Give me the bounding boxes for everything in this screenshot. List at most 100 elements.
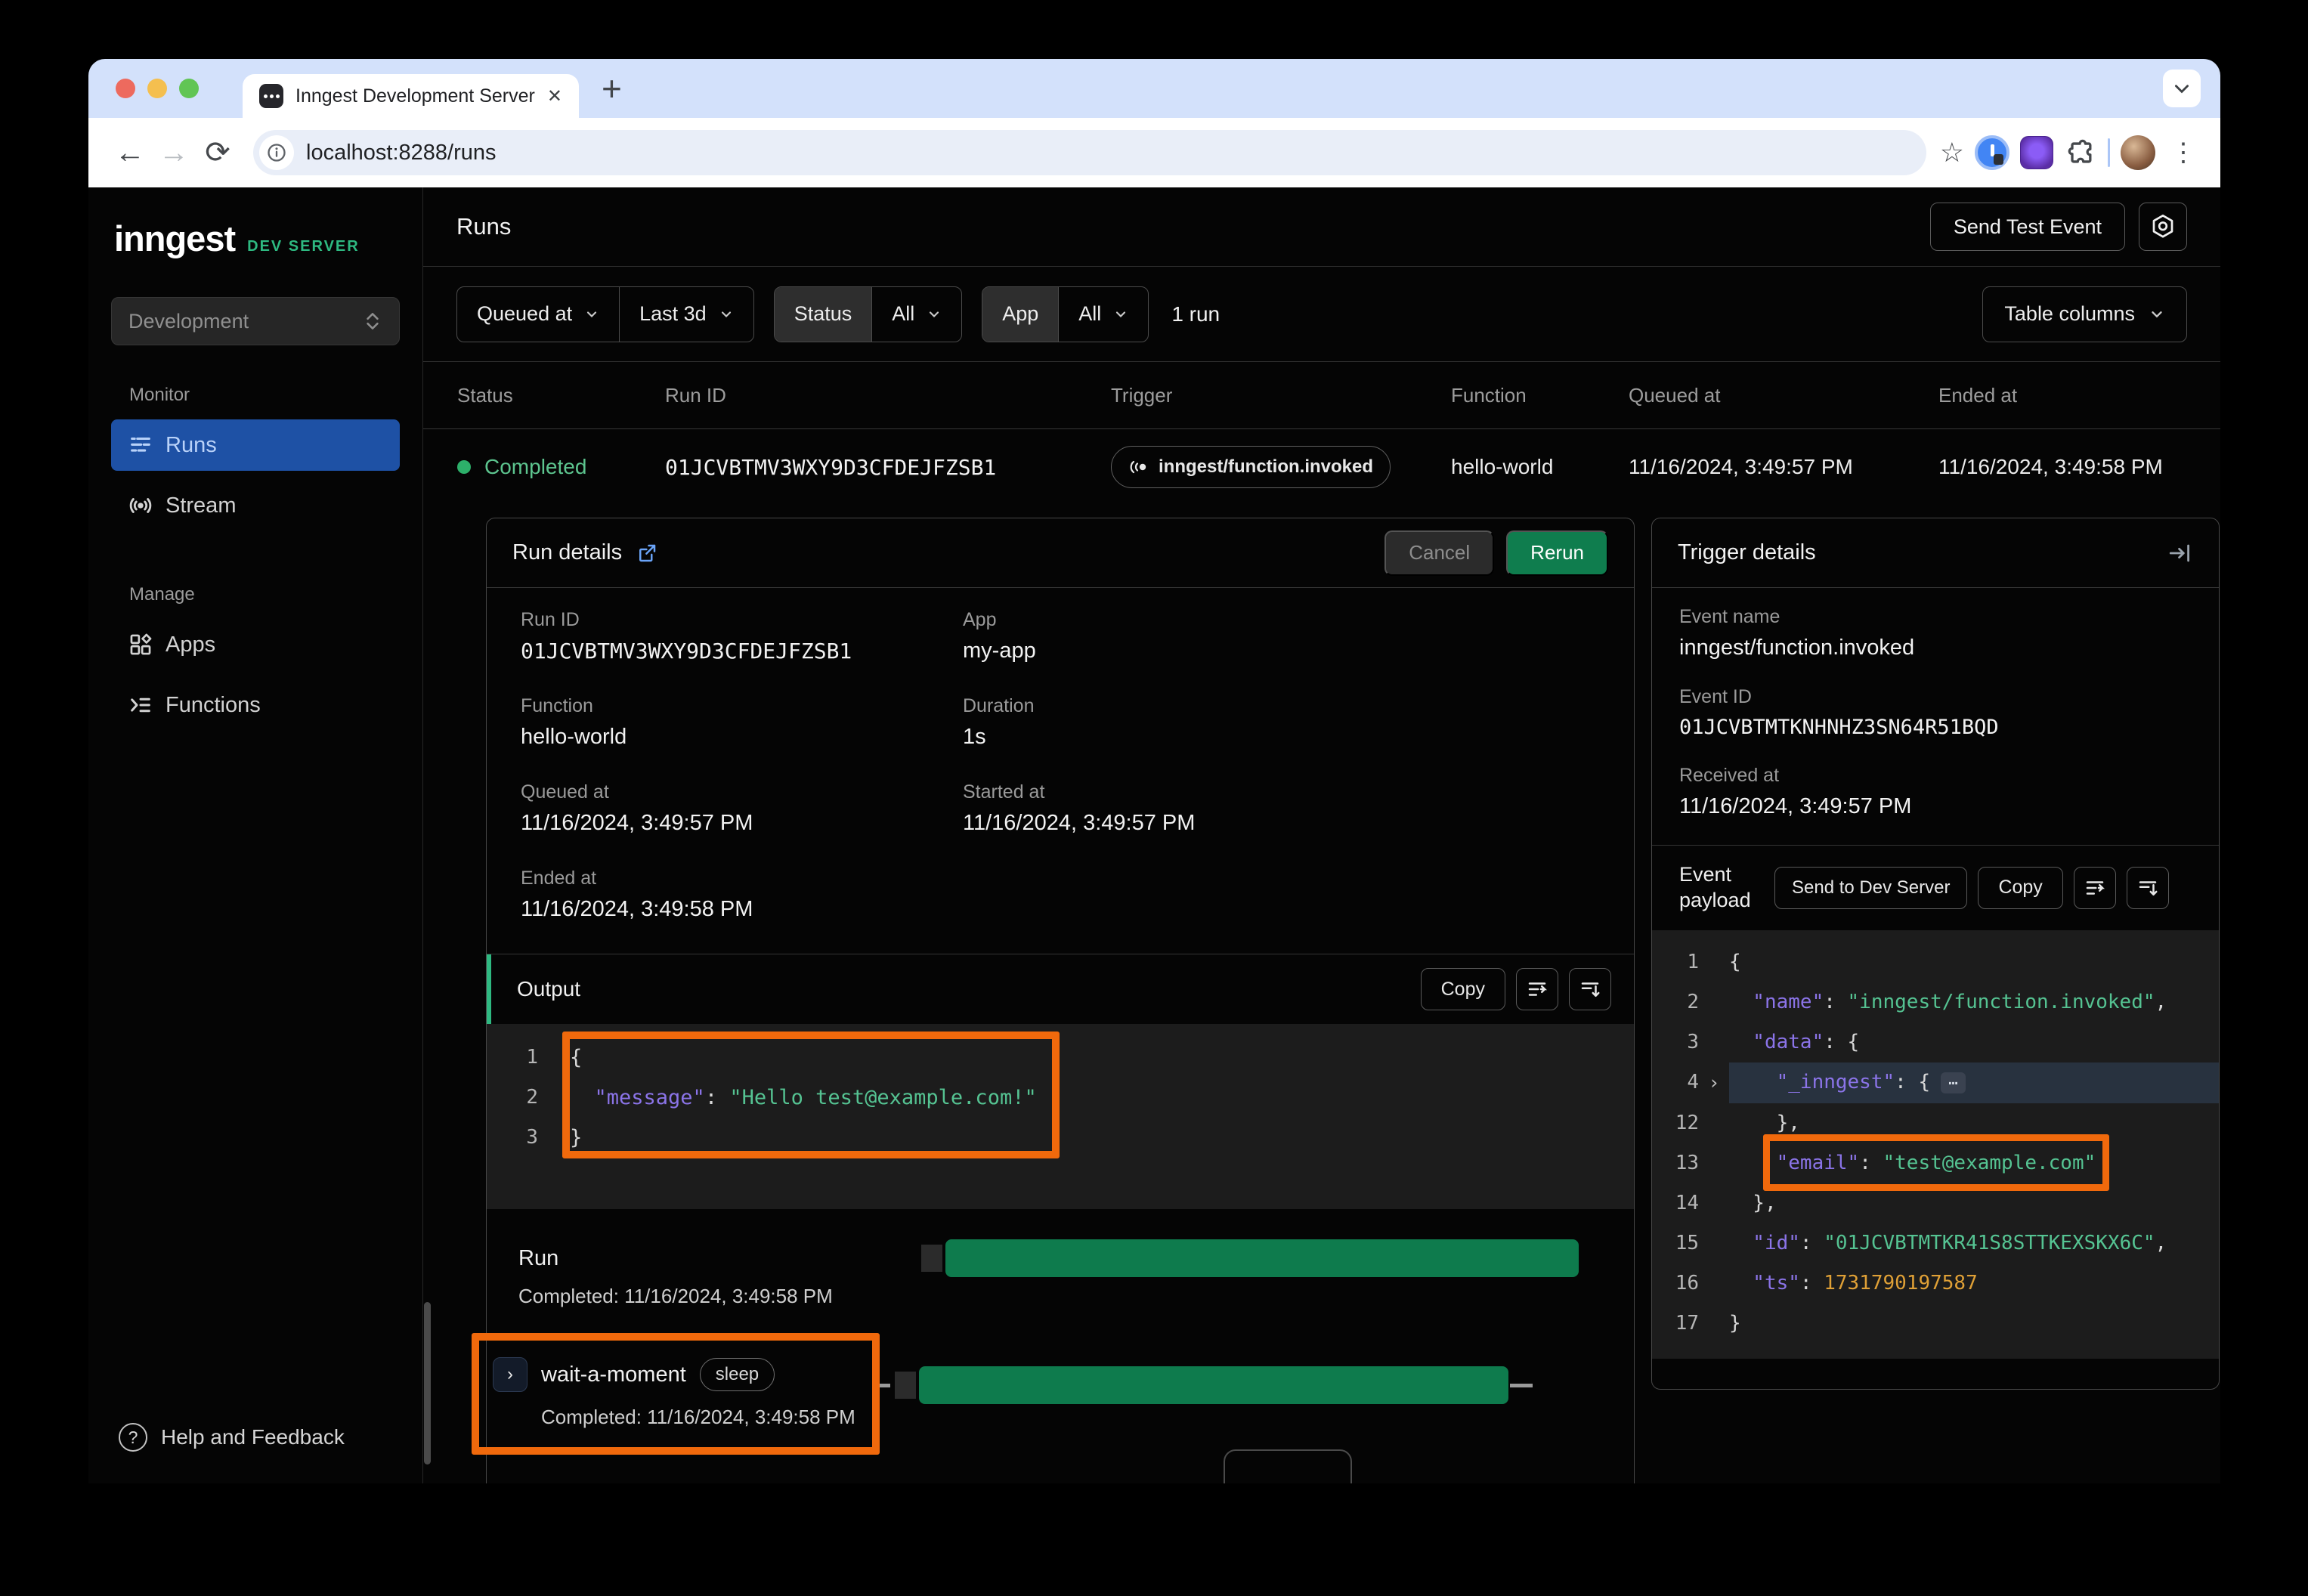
url-bar[interactable]: localhost:8288/runs [253, 130, 1926, 175]
run-status: Completed [457, 455, 665, 479]
timeline-step-bar[interactable] [919, 1366, 1508, 1404]
trigger-details-title: Trigger details [1678, 540, 1816, 565]
tab-close-icon[interactable]: ✕ [547, 85, 562, 107]
received-at-field: Received at 11/16/2024, 3:49:57 PM [1679, 765, 2192, 819]
reload-button[interactable]: ⟳ [196, 131, 240, 175]
rerun-button[interactable]: Rerun [1506, 530, 1608, 576]
tab-strip: Inngest Development Server ✕ + [88, 59, 2220, 118]
zoom-window-button[interactable] [179, 79, 199, 98]
payload-scroll-button[interactable] [2127, 867, 2169, 909]
inngest-favicon-icon [259, 84, 283, 108]
forward-button[interactable]: → [152, 131, 196, 175]
timeline-dash-right [1510, 1384, 1533, 1387]
code-line: 4›"_inngest": {⋯ [1652, 1062, 2219, 1103]
chevron-spacer [1699, 942, 1729, 982]
scrollbar-thumb[interactable] [424, 1302, 431, 1465]
send-test-event-button[interactable]: Send Test Event [1930, 203, 2125, 251]
sidebar-item-apps[interactable]: Apps [111, 619, 400, 670]
run-count: 1 run [1171, 302, 1220, 326]
event-payload-code: 1{2"name": "inngest/function.invoked",3"… [1652, 930, 2219, 1359]
duration-field: Duration 1s [963, 695, 1600, 750]
settings-button[interactable] [2139, 203, 2187, 251]
wrap-text-icon [1526, 978, 1548, 1001]
status-filter-select[interactable]: All [871, 287, 961, 342]
extensions-puzzle-icon[interactable] [2064, 136, 2097, 169]
page-title: Runs [456, 213, 511, 240]
environment-select[interactable]: Development [111, 297, 400, 345]
app-filter-select[interactable]: All [1058, 287, 1148, 342]
timeline-run-row[interactable]: Run Completed: 11/16/2024, 3:49:58 PM [514, 1239, 1607, 1308]
step-highlight-box: › wait-a-moment sleep Completed: 11/16/2… [472, 1333, 880, 1455]
browser-tab[interactable]: Inngest Development Server ✕ [243, 74, 579, 118]
back-button[interactable]: ← [108, 131, 152, 175]
new-tab-button[interactable]: + [602, 68, 622, 109]
payload-copy-button[interactable]: Copy [1978, 867, 2062, 909]
minimize-window-button[interactable] [147, 79, 167, 98]
help-and-feedback[interactable]: ? Help and Feedback [111, 1423, 400, 1452]
profile-avatar[interactable] [2121, 135, 2155, 170]
queued-at-cell: 11/16/2024, 3:49:57 PM [1629, 455, 1938, 479]
queued-field: Queued at 11/16/2024, 3:49:57 PM [521, 781, 963, 836]
password-manager-extension-icon[interactable] [1975, 135, 2009, 170]
external-link-icon[interactable] [636, 542, 658, 564]
table-columns-button[interactable]: Table columns [1982, 286, 2187, 342]
line-number: 15 [1652, 1223, 1699, 1264]
function-link[interactable]: hello-world [521, 725, 963, 750]
trigger-details-panel: Trigger details Event name inngest/funct… [1651, 518, 2220, 1390]
tab-search-chevron-button[interactable] [2163, 70, 2201, 107]
send-to-dev-server-button[interactable]: Send to Dev Server [1774, 867, 1967, 909]
bookmark-star-icon[interactable]: ☆ [1940, 137, 1964, 169]
table-row[interactable]: Completed 01JCVBTMV3WXY9D3CFDEJFZSB1 inn… [423, 429, 2220, 505]
chevron-spacer [1699, 1223, 1729, 1264]
code-line: 3} [487, 1118, 1634, 1158]
sidebar-item-label: Stream [166, 493, 236, 518]
tab-title: Inngest Development Server [295, 85, 535, 107]
apps-icon [128, 632, 153, 657]
sidebar-item-runs[interactable]: Runs [111, 419, 400, 471]
sidebar-section-manage: Manage [129, 584, 400, 605]
code-line: 12}, [1652, 1103, 2219, 1143]
chevron-down-icon [719, 307, 734, 322]
inngest-app: inngest DEV SERVER Development Monitor R… [88, 187, 2220, 1483]
sidebar-item-label: Runs [166, 433, 217, 458]
app-link[interactable]: my-app [963, 639, 1600, 663]
col-function: Function [1451, 384, 1629, 407]
line-number: 12 [1652, 1103, 1699, 1143]
code-line: 13"email": "test@example.com" [1652, 1143, 2219, 1183]
chevron-spacer [1699, 1143, 1729, 1183]
code-line: 1{ [1652, 942, 2219, 982]
browser-menu-icon[interactable]: ⋮ [2166, 138, 2201, 168]
timeline-more-button[interactable] [1224, 1449, 1352, 1483]
output-header: Output Copy [487, 954, 1634, 1024]
col-status: Status [457, 384, 665, 407]
sidebar-item-functions[interactable]: Functions [111, 679, 400, 731]
close-window-button[interactable] [116, 79, 135, 98]
timeline-run-label: Run [518, 1239, 921, 1277]
scroll-to-bottom-button[interactable] [1569, 968, 1611, 1010]
output-copy-button[interactable]: Copy [1421, 968, 1505, 1010]
runs-icon [128, 432, 153, 458]
payload-wrap-text-button[interactable] [2074, 867, 2116, 909]
time-field-select[interactable]: Queued at [457, 287, 619, 342]
sidebar-item-stream[interactable]: Stream [111, 480, 400, 531]
timeline-run-bars [921, 1239, 1607, 1277]
help-icon: ? [119, 1423, 147, 1452]
browser-toolbar: ← → ⟳ localhost:8288/runs ☆ ⋮ [88, 118, 2220, 187]
wrap-text-button[interactable] [1516, 968, 1558, 1010]
timeline-run-bar[interactable] [945, 1239, 1579, 1277]
collapse-chevron-icon[interactable]: › [1699, 1062, 1729, 1103]
sidebar: inngest DEV SERVER Development Monitor R… [88, 187, 423, 1483]
line-number: 16 [1652, 1264, 1699, 1304]
sidebar-item-label: Apps [166, 633, 215, 657]
expand-step-button[interactable]: › [493, 1357, 527, 1392]
site-info-icon[interactable] [259, 135, 294, 170]
trigger-pill[interactable]: inngest/function.invoked [1111, 446, 1391, 488]
timeline-dash-left [880, 1384, 890, 1387]
purple-extension-icon[interactable] [2020, 136, 2053, 169]
event-payload-header: Event payload Send to Dev Server Copy [1652, 846, 2219, 930]
collapse-panel-icon[interactable] [2167, 540, 2193, 566]
cancel-button[interactable]: Cancel [1384, 530, 1494, 576]
functions-icon [128, 692, 153, 718]
time-range-select[interactable]: Last 3d [619, 287, 753, 342]
scroll-down-icon [1579, 978, 1601, 1001]
